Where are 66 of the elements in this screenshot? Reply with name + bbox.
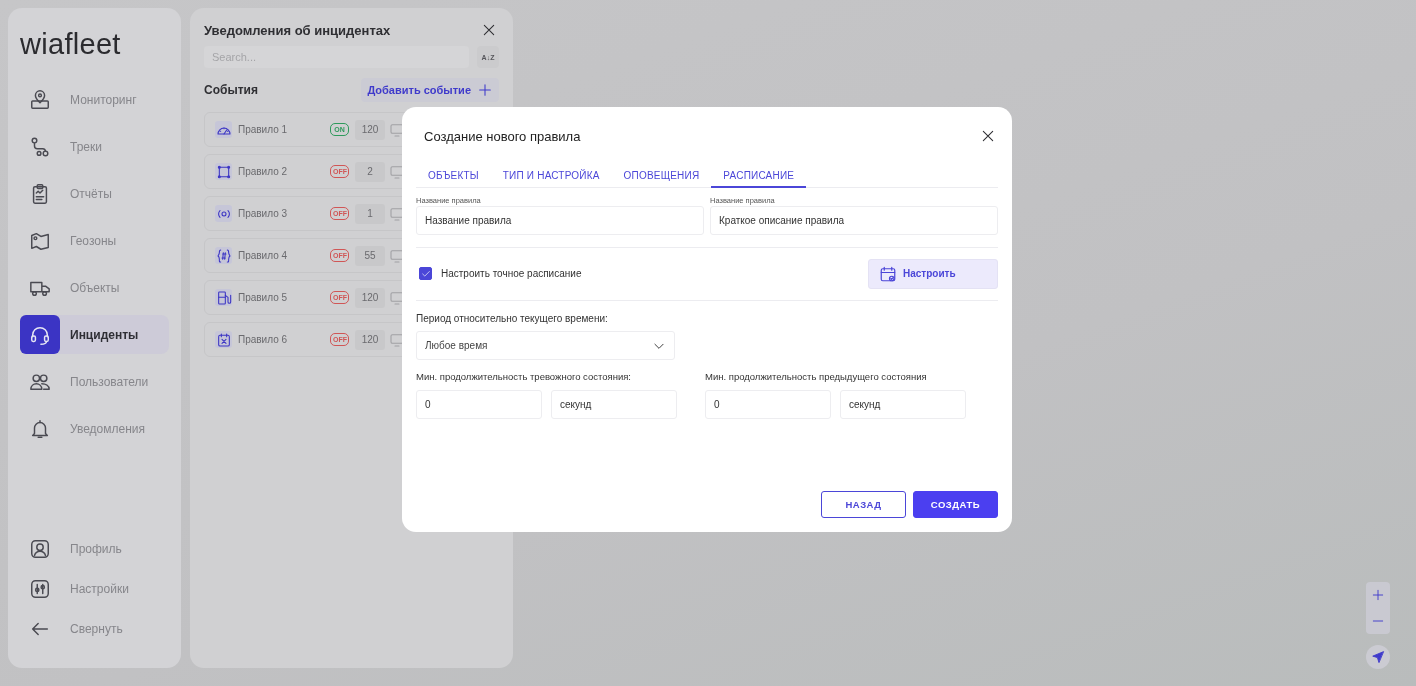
input-field[interactable]: 0 bbox=[705, 390, 831, 419]
rule-name: Правило 6 bbox=[238, 334, 289, 345]
monitor-icon bbox=[389, 289, 405, 306]
close-icon bbox=[980, 128, 996, 144]
tab[interactable]: ОПОВЕЩЕНИЯ bbox=[611, 165, 712, 187]
logo: wiafleet bbox=[20, 27, 122, 62]
count-label: 2 bbox=[355, 161, 385, 182]
rule-name: Правило 2 bbox=[238, 166, 289, 177]
input-field[interactable]: Краткое описание правила bbox=[710, 206, 998, 235]
unit-field[interactable]: секунд bbox=[551, 390, 677, 419]
count-label: 120 bbox=[355, 287, 385, 308]
calendar-cross-icon bbox=[215, 331, 232, 348]
checkbox[interactable] bbox=[419, 267, 432, 280]
input-field[interactable]: Название правила bbox=[416, 206, 704, 235]
add-event-button[interactable]: Добавить событие bbox=[361, 78, 499, 102]
monitor-icon bbox=[389, 205, 405, 222]
route-icon bbox=[29, 135, 51, 158]
monitor-icon bbox=[389, 331, 405, 348]
nav-item[interactable]: Инциденты bbox=[20, 315, 169, 354]
calendar-icon bbox=[879, 264, 897, 283]
nav-item[interactable]: Настройки bbox=[20, 569, 169, 608]
unit-field[interactable]: секунд bbox=[840, 390, 966, 419]
count-label: 120 bbox=[355, 329, 385, 350]
rule-name: Правило 3 bbox=[238, 208, 289, 219]
field-label: Мин. продолжительность тревожного состояния: bbox=[416, 371, 632, 382]
monitor-icon bbox=[389, 163, 405, 180]
check-icon bbox=[420, 268, 431, 279]
nav-item[interactable]: Треки bbox=[20, 127, 169, 166]
section-title: События bbox=[204, 83, 258, 97]
monitor-icon bbox=[389, 121, 405, 138]
nav-item[interactable]: Профиль bbox=[20, 529, 169, 568]
nav-item[interactable]: Объекты bbox=[20, 268, 169, 307]
back-button[interactable]: НАЗАД bbox=[821, 491, 906, 518]
nav-item[interactable]: Геозоны bbox=[20, 221, 169, 260]
dropdown[interactable]: Любое время bbox=[416, 331, 675, 360]
monitor-icon bbox=[389, 247, 405, 264]
bell-icon bbox=[29, 417, 51, 440]
tab[interactable]: РАСПИСАНИЕ bbox=[711, 165, 807, 188]
fuel-icon bbox=[215, 289, 232, 306]
field-label: Период относительно текущего времени: bbox=[416, 313, 609, 324]
tab[interactable]: ОБЪЕКТЫ bbox=[416, 165, 491, 187]
nav-item[interactable]: Отчёты bbox=[20, 174, 169, 213]
square-icon bbox=[215, 163, 232, 180]
nav-item[interactable]: Уведомления bbox=[20, 409, 169, 448]
rule-name: Правило 4 bbox=[238, 250, 289, 261]
nav-item[interactable]: Пользователи bbox=[20, 362, 169, 401]
field-label: Мин. продолжительность предыдущего состояния bbox=[705, 371, 928, 382]
count-label: 120 bbox=[355, 119, 385, 140]
nav-item[interactable]: Свернуть bbox=[20, 609, 169, 648]
input-field[interactable]: 0 bbox=[416, 390, 542, 419]
nav-item[interactable]: Мониторинг bbox=[20, 80, 169, 119]
zoom-in-icon bbox=[1371, 588, 1385, 602]
hash-icon bbox=[215, 247, 232, 264]
navigation-arrow-icon bbox=[1371, 650, 1385, 664]
count-label: 55 bbox=[355, 245, 385, 266]
rule-name: Правило 5 bbox=[238, 292, 289, 303]
close-icon bbox=[481, 22, 497, 38]
profile-icon bbox=[29, 537, 51, 560]
plus-icon bbox=[477, 82, 493, 98]
count-label: 1 bbox=[355, 203, 385, 224]
sliders-icon bbox=[29, 577, 51, 600]
map-pin-icon bbox=[29, 88, 51, 111]
rule-name: Правило 1 bbox=[238, 124, 289, 135]
configure-button[interactable]: Настроить bbox=[868, 258, 998, 289]
panel-title: Уведомления об инцидентах bbox=[204, 22, 391, 38]
create-button[interactable]: СОЗДАТЬ bbox=[913, 491, 998, 518]
